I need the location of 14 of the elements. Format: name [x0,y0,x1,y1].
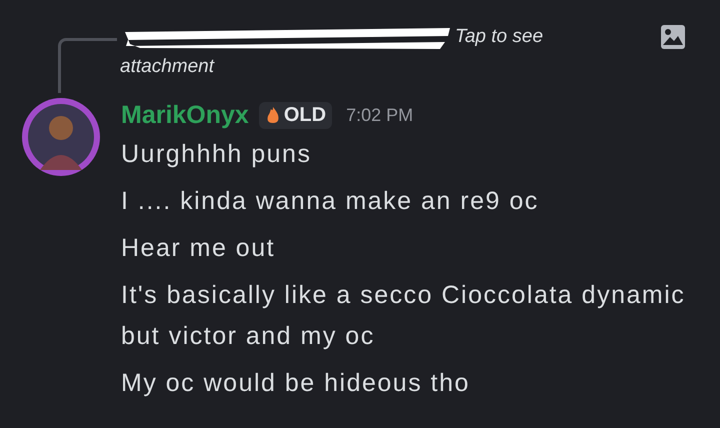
reply-connector [58,38,117,93]
reply-preview[interactable]: Tap to see [455,22,544,52]
avatar[interactable] [20,96,102,178]
message-text: Hear me out [121,233,276,264]
timestamp: 7:02 PM [346,104,414,126]
message-text: Uurghhhh puns [121,139,312,170]
message-text: I .... kinda wanna make an re9 oc [121,186,540,217]
message-text: My oc would be hideous tho [121,368,471,399]
author-name[interactable]: MarikOnyx [121,100,249,130]
flame-icon [264,106,281,124]
message-text: It's basically like a secco Cioccolata dynamic but victor and my oc [121,280,686,352]
image-icon [660,24,686,50]
reply-preview[interactable]: attachment [120,52,214,82]
user-badge: OLD [258,102,332,128]
